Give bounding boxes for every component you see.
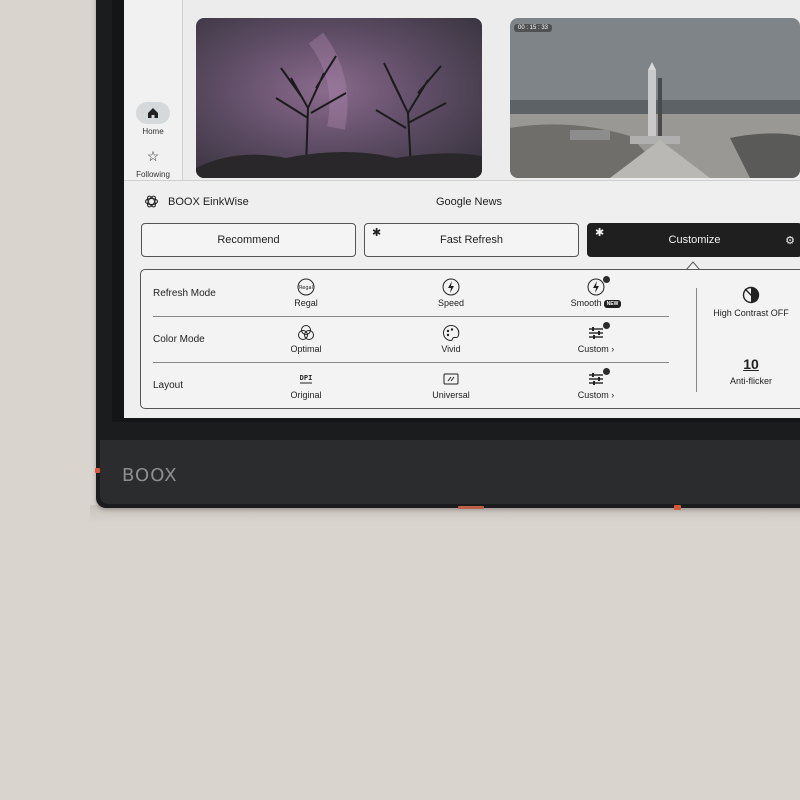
sparkle-icon: ✱ — [372, 227, 382, 239]
universal-layout-icon — [443, 373, 459, 385]
row-label-refresh-mode: Refresh Mode — [153, 288, 216, 299]
option-speed[interactable]: Speed — [406, 278, 496, 308]
option-vivid[interactable]: Vivid — [406, 324, 496, 354]
palette-icon — [443, 324, 460, 342]
option-smooth[interactable]: Smooth NEW — [551, 276, 641, 308]
app-name: Google News — [436, 196, 503, 208]
mode-label: Fast Refresh — [440, 234, 503, 246]
customize-settings-table: Refresh Mode Color Mode Layout Regal Reg… — [140, 269, 800, 409]
option-label: Regal — [294, 298, 318, 308]
option-universal[interactable]: Universal — [406, 370, 496, 400]
checked-icon — [603, 368, 610, 375]
option-label: Vivid — [441, 344, 461, 354]
einkwise-panel: BOOX EinkWise Google News Recommend ✱ Fa… — [124, 180, 800, 418]
option-label: Universal — [432, 390, 470, 400]
home-icon — [136, 102, 170, 124]
row-divider — [153, 362, 669, 363]
chevron-right-icon: › — [611, 344, 615, 354]
option-color-custom[interactable]: Custom › — [551, 322, 641, 354]
option-layout-custom[interactable]: Custom › — [551, 368, 641, 400]
einkwise-logo-icon — [144, 194, 159, 214]
option-regal[interactable]: Regal Regal — [261, 278, 351, 308]
option-label: Speed — [437, 298, 465, 308]
checked-icon — [603, 276, 610, 283]
device-chin — [100, 440, 800, 504]
star-icon: ☆ — [146, 148, 160, 164]
gear-icon[interactable]: ⚙ — [785, 234, 795, 247]
sidebar: Home ☆ Following — [124, 0, 183, 180]
row-label-layout: Layout — [153, 380, 184, 391]
sparkle-icon: ✱ — [595, 227, 605, 239]
pen-slot-accent — [458, 506, 484, 509]
row-label-color-mode: Color Mode — [153, 334, 205, 345]
mode-fast-refresh-button[interactable]: ✱ Fast Refresh — [364, 223, 579, 257]
anti-flicker-label: Anti-flicker — [729, 376, 772, 386]
chevron-right-icon: › — [611, 390, 615, 400]
column-divider — [696, 288, 697, 392]
sidebar-item-following[interactable]: ☆ Following — [124, 145, 182, 179]
speed-icon — [442, 278, 460, 296]
high-contrast-label: High Contrast OFF — [713, 308, 789, 318]
checked-icon — [603, 322, 610, 329]
anti-flicker-control[interactable]: 10 Anti-flicker — [701, 356, 800, 386]
brand-logo: BOOX — [122, 465, 178, 486]
contrast-off-icon — [742, 286, 760, 304]
regal-icon: Regal — [297, 278, 315, 296]
einkwise-title: BOOX EinkWise — [168, 196, 249, 208]
mode-customize-button[interactable]: ✱ Customize ⚙ — [587, 223, 800, 257]
side-button-accent — [95, 468, 100, 473]
mode-label: Recommend — [217, 234, 280, 246]
option-label: Custom — [577, 390, 609, 400]
new-badge: NEW — [603, 299, 622, 308]
mode-recommend-button[interactable]: Recommend — [141, 223, 356, 257]
option-label: Custom — [577, 344, 609, 354]
bottom-button-accent — [674, 505, 681, 510]
svg-text:DPI: DPI — [300, 374, 313, 382]
option-label: Smooth — [570, 298, 602, 308]
video-timestamp: 00 : 15 : 33 — [514, 24, 553, 32]
rocket-launch-photo[interactable]: 00 : 15 : 33 — [510, 18, 800, 178]
dpi-icon: DPI — [300, 374, 313, 384]
option-original[interactable]: DPI Original — [261, 370, 351, 400]
sidebar-item-home[interactable]: Home — [124, 102, 182, 136]
high-contrast-toggle[interactable]: High Contrast OFF — [701, 286, 800, 318]
option-label: Optimal — [290, 344, 322, 354]
anti-flicker-value: 10 — [743, 356, 759, 372]
mode-label: Customize — [668, 234, 721, 246]
option-optimal[interactable]: Optimal — [261, 324, 351, 354]
aurora-trees-photo[interactable] — [196, 18, 482, 178]
sidebar-item-label: Following — [136, 170, 170, 179]
screen: Home ☆ Following 00: 15: 33 BOOX EinkW… — [124, 0, 800, 418]
sidebar-item-label: Home — [142, 127, 164, 136]
svg-text:Regal: Regal — [299, 285, 313, 291]
color-circles-icon — [298, 325, 314, 340]
row-divider — [153, 316, 669, 317]
option-label: Original — [290, 390, 322, 400]
